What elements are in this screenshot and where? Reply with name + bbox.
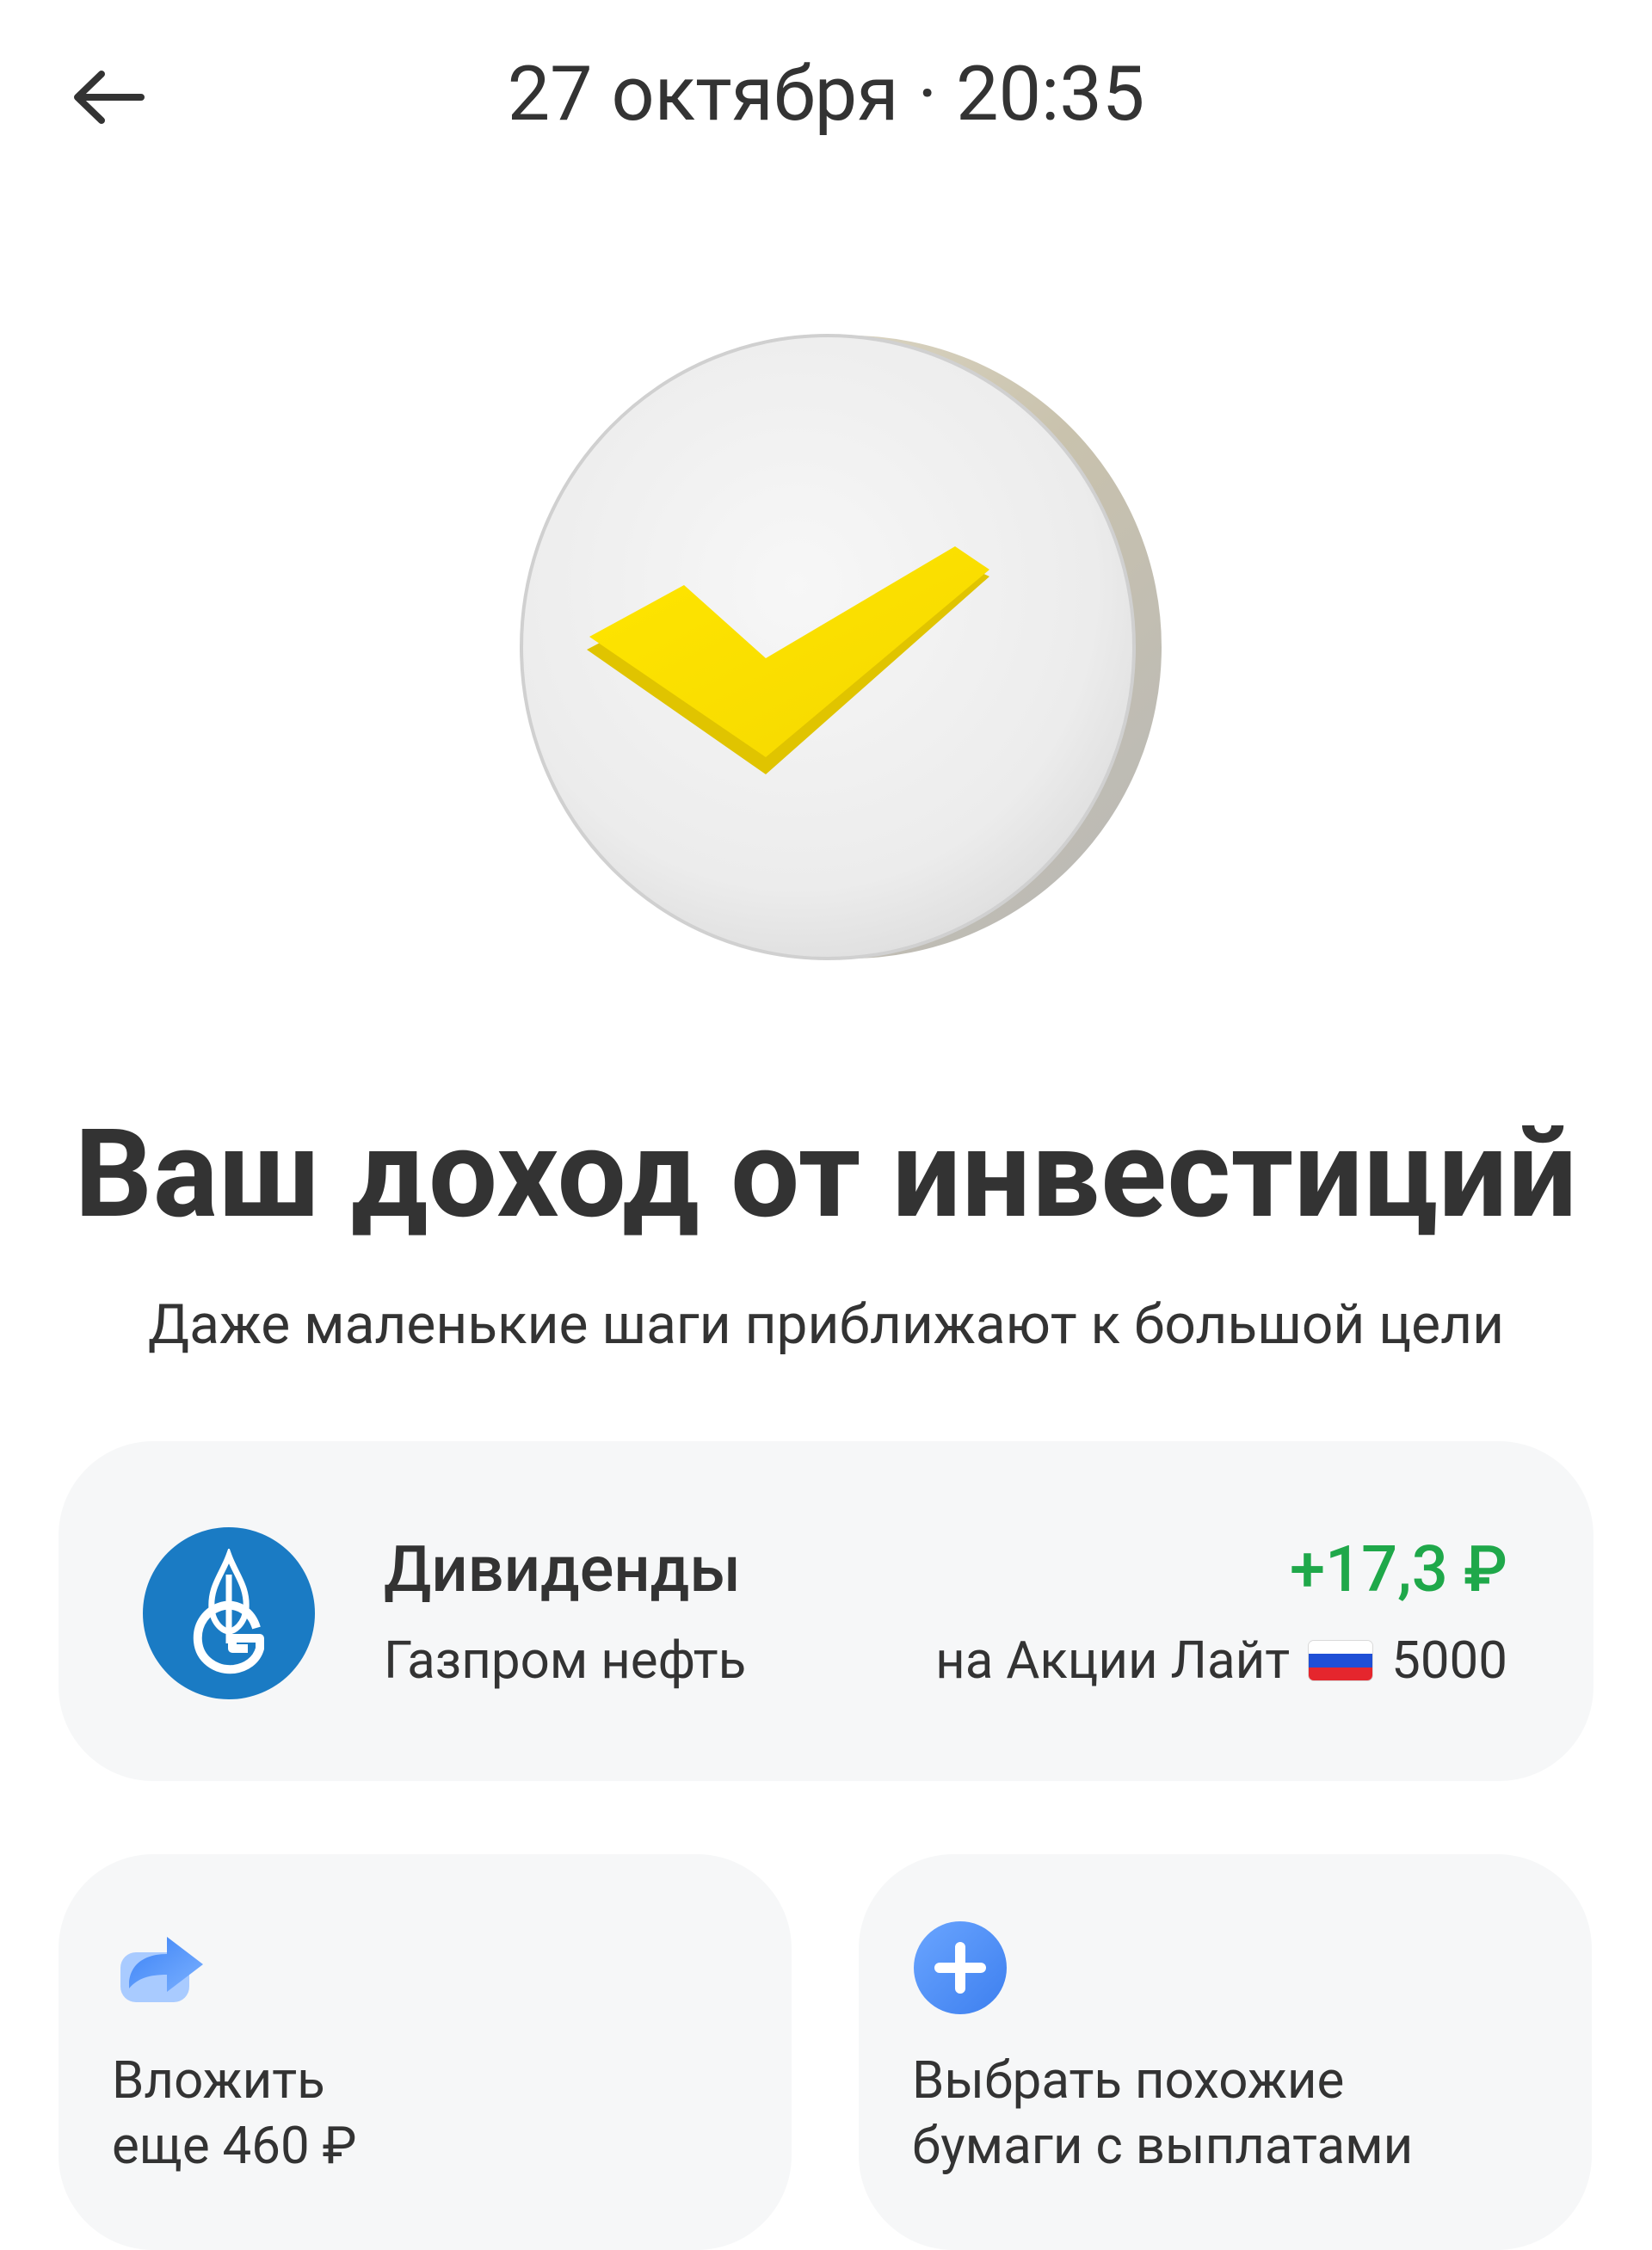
page-subtitle: Даже маленькие шаги приближают к большой…: [147, 1292, 1505, 1357]
company-name: Газпром нефть: [384, 1630, 747, 1691]
account-number: 5000: [1391, 1630, 1507, 1691]
dividend-amount: +17,3 ₽: [1289, 1532, 1507, 1607]
find-similar-button[interactable]: Выбрать похожие бумаги с выплатами: [859, 1854, 1592, 2250]
header-date-time: 27 октября · 20:35: [507, 50, 1145, 139]
invest-more-label: Вложить еще 460 ₽: [112, 2050, 357, 2176]
checkmark-coin-icon: [508, 327, 1162, 981]
plus-circle-icon: [910, 1914, 1014, 2018]
account-info: на Акции Лайт 5000: [935, 1626, 1507, 1695]
account-prefix: на Акции Лайт: [935, 1630, 1291, 1691]
dividend-title: Дивиденды: [384, 1532, 741, 1607]
share-forward-icon: [110, 1914, 213, 2018]
invest-more-button[interactable]: Вложить еще 460 ₽: [59, 1854, 792, 2250]
find-similar-label: Выбрать похожие бумаги с выплатами: [912, 2050, 1414, 2176]
gazprom-neft-logo-icon: [143, 1527, 315, 1699]
russia-flag-icon: [1309, 1641, 1373, 1680]
page-title: Ваш доход от инвестиций: [74, 1102, 1578, 1246]
dividend-card[interactable]: Дивиденды Газпром нефть +17,3 ₽ на Акции…: [59, 1441, 1593, 1781]
